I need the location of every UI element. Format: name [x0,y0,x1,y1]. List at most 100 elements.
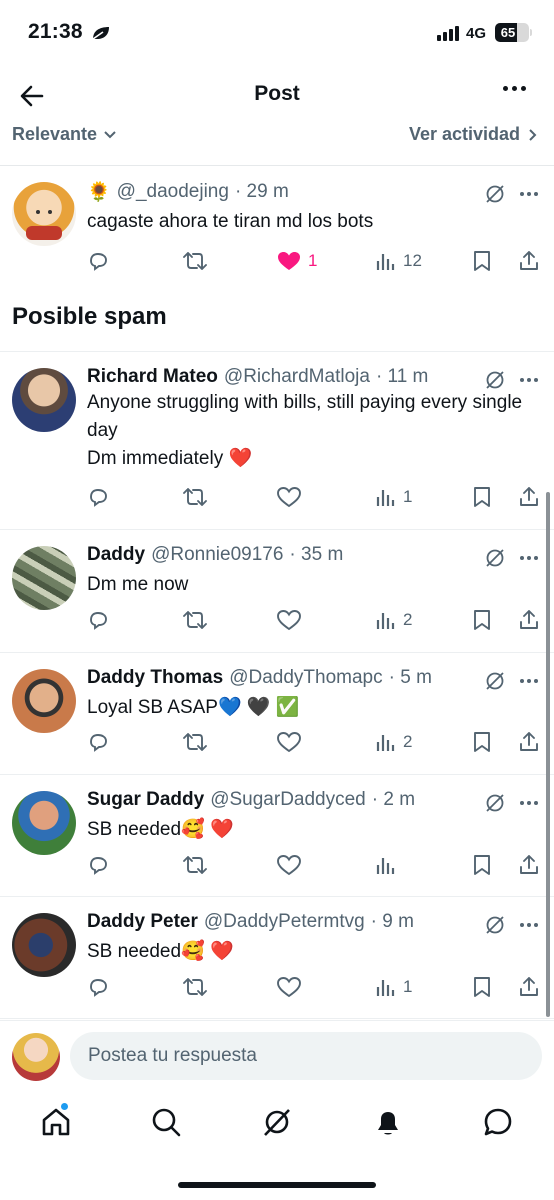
bookmark-button[interactable] [472,972,492,1002]
user-handle[interactable]: @DaddyThomapc [229,667,382,689]
share-button[interactable] [518,482,540,512]
grok-icon[interactable] [484,914,506,936]
spam-post[interactable]: Daddy Peter @DaddyPetermtvg · 9 m SB needed… [0,897,554,1019]
share-icon [520,977,538,996]
avatar[interactable] [12,791,76,855]
spam-post[interactable]: Richard Mateo @RichardMatloja · 11 m Anyone… [0,352,554,530]
repost-button[interactable] [182,605,208,635]
post-text: SB needed🥰 ❤️ [87,941,234,962]
reply-icon [90,734,107,752]
views-button[interactable]: 1 [375,482,412,512]
reply-button[interactable] [86,605,110,635]
heart-icon [277,732,301,753]
post-more-icon[interactable] [520,556,538,560]
post-actions: 1 12 [86,246,546,276]
views-button[interactable]: 2 [375,727,412,757]
grok-icon[interactable] [484,670,506,692]
reply-button[interactable] [86,850,110,880]
reply-button[interactable] [86,246,110,276]
post-more-icon[interactable] [520,801,538,805]
grok-icon[interactable] [484,183,506,205]
grok-icon[interactable] [261,1106,293,1138]
avatar[interactable] [12,669,76,733]
grok-icon[interactable] [484,792,506,814]
spam-post[interactable]: Daddy Thomas @DaddyThomapc · 5 m Loyal SB A… [0,653,554,775]
user-name[interactable]: Daddy [87,544,145,566]
reply-button[interactable] [86,727,110,757]
home-icon[interactable] [40,1106,72,1138]
view-activity-label: Ver actividad [408,124,520,144]
views-button[interactable]: 1 [375,972,412,1002]
reply-input[interactable]: Postea tu respuesta [70,1032,542,1080]
like-button[interactable] [276,850,308,880]
reply-button[interactable] [86,482,110,512]
like-button[interactable]: 1 [276,246,317,276]
repost-button[interactable] [182,727,208,757]
user-handle[interactable]: @_daodejing [117,181,229,203]
like-button[interactable] [276,727,308,757]
more-options-icon[interactable] [503,86,526,91]
grok-icon[interactable] [484,547,506,569]
bookmark-button[interactable] [472,727,492,757]
bookmark-icon [474,977,490,997]
views-button[interactable]: 12 [375,246,422,276]
bookmark-icon [474,732,490,752]
post-more-icon[interactable] [520,378,538,382]
post-actions: 1 [86,482,546,512]
user-name[interactable]: Sugar Daddy [87,789,204,811]
grok-icon[interactable] [484,369,506,391]
avatar[interactable] [12,913,76,977]
repost-button[interactable] [182,972,208,1002]
spam-post[interactable]: Daddy @Ronnie09176 · 35 m Dm me now 2 [0,530,554,653]
post-more-icon[interactable] [520,679,538,683]
views-icon [376,735,395,751]
user-handle[interactable]: @DaddyPetermtvg [204,911,365,933]
avatar[interactable] [12,546,76,610]
reply-icon [90,612,107,630]
repost-icon [183,978,207,996]
bookmark-button[interactable] [472,246,492,276]
bookmark-button[interactable] [472,482,492,512]
share-button[interactable] [518,972,540,1002]
post-time: · 29 m [234,181,289,202]
user-name[interactable]: Daddy Thomas [87,667,223,689]
avatar[interactable] [12,368,76,432]
views-button[interactable] [375,850,403,880]
repost-button[interactable] [182,246,208,276]
like-button[interactable] [276,605,308,635]
user-handle[interactable]: @RichardMatloja [224,366,370,388]
post-more-icon[interactable] [520,192,538,196]
user-handle[interactable]: @SugarDaddyced [210,789,366,811]
user-name[interactable]: Richard Mateo [87,366,218,388]
spam-post[interactable]: Sugar Daddy @SugarDaddyced · 2 m SB needed🥰… [0,775,554,897]
bookmark-button[interactable] [472,850,492,880]
reply-button[interactable] [86,972,110,1002]
repost-icon [183,856,207,874]
views-count: 2 [403,732,413,751]
views-icon [376,490,395,506]
share-button[interactable] [518,246,540,276]
like-button[interactable] [276,972,308,1002]
user-name[interactable]: Daddy Peter [87,911,198,933]
messages-icon[interactable] [482,1106,514,1138]
post-more-icon[interactable] [520,923,538,927]
view-activity-link[interactable]: Ver actividad [409,124,538,145]
share-icon [520,487,538,506]
search-icon[interactable] [150,1106,182,1138]
like-button[interactable] [276,482,308,512]
reply-post[interactable]: 🌻 @_daodejing · 29 m cagaste ahora te ti… [0,166,554,290]
share-button[interactable] [518,605,540,635]
repost-button[interactable] [182,482,208,512]
sort-dropdown[interactable]: Relevante [12,124,117,145]
bookmark-button[interactable] [472,605,492,635]
my-avatar[interactable] [12,1033,60,1081]
notifications-icon[interactable] [372,1106,404,1138]
share-button[interactable] [518,727,540,757]
heart-icon [277,610,301,631]
avatar[interactable] [12,182,76,246]
scrollbar[interactable] [546,492,550,1017]
views-button[interactable]: 2 [375,605,412,635]
repost-button[interactable] [182,850,208,880]
user-handle[interactable]: @Ronnie09176 [151,544,283,566]
share-button[interactable] [518,850,540,880]
